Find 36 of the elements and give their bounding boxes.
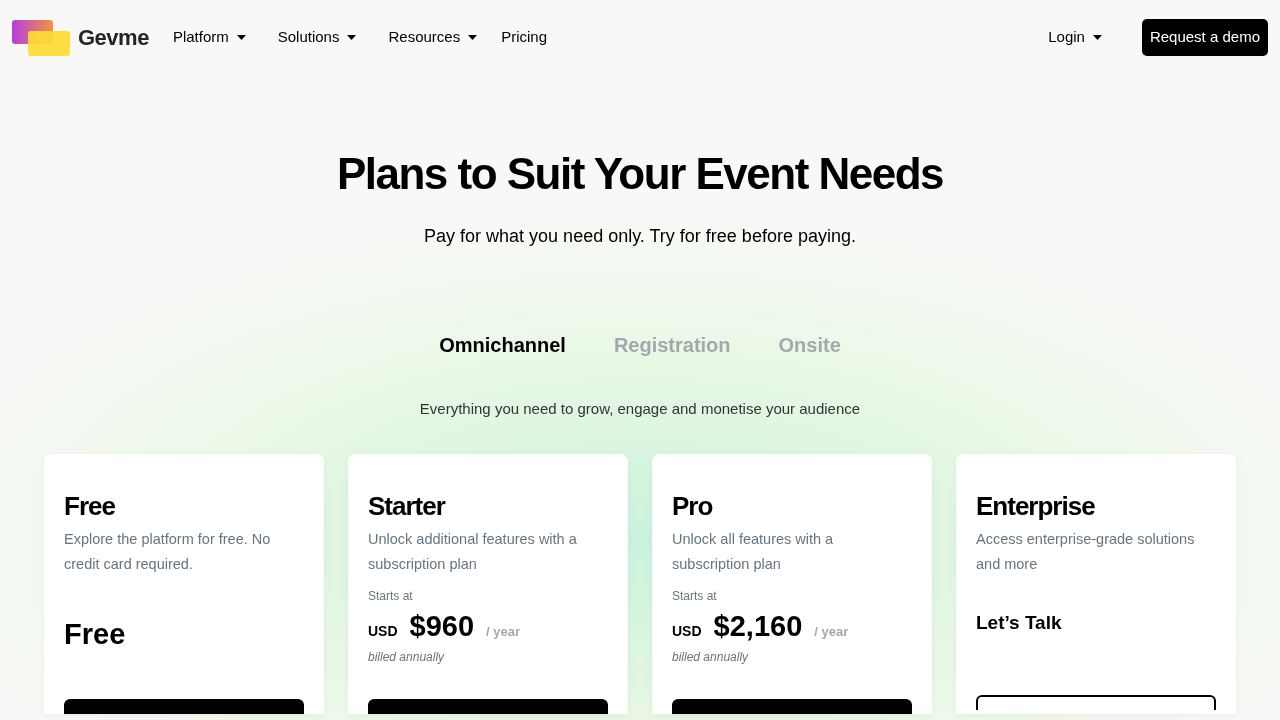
plan-name: Enterprise — [976, 492, 1096, 521]
plan-name: Pro — [672, 492, 714, 521]
plan-price: Free — [64, 616, 127, 652]
plan-price: $960 — [409, 608, 475, 644]
currency-label: USD — [368, 621, 398, 641]
starts-at-label: Starts at — [368, 587, 414, 605]
plan-name: Starter — [368, 492, 447, 521]
nav-menu-item[interactable]: Pricing — [501, 26, 548, 49]
nav-menu-item[interactable]: Resources — [388, 26, 478, 49]
plan-tab[interactable]: Omnichannel — [439, 329, 566, 360]
plan-button[interactable] — [368, 698, 608, 714]
page-subtitle: Pay for what you need only. Try for free before paying. — [423, 224, 857, 248]
starts-at-label: Starts at — [672, 587, 718, 605]
login-menu[interactable]: Login — [1048, 26, 1118, 49]
plan-description: Unlock all features with a subscription plan — [672, 529, 835, 574]
request-demo-button[interactable]: Request a demo — [1141, 19, 1268, 56]
page-heading: Plans to Suit Your Event Needs — [335, 148, 945, 200]
plan-button[interactable] — [672, 698, 912, 714]
billing-note: billed annually — [672, 649, 750, 667]
logo-icon[interactable] — [12, 19, 70, 56]
plan-price: $2,160 — [713, 608, 803, 644]
plan-price: Let’s Talk — [976, 610, 1063, 635]
plan-description: Unlock additional features with a subscription plan — [368, 529, 578, 574]
plan-button[interactable] — [976, 694, 1216, 710]
billing-note: billed annually — [368, 649, 446, 667]
billing-period: / year — [814, 622, 849, 641]
billing-period: / year — [486, 622, 521, 641]
nav-menu-item[interactable]: Platform — [172, 26, 246, 49]
plan-description: Explore the platform for free. No credit card required. — [64, 529, 272, 574]
plan-button[interactable] — [64, 698, 304, 714]
brand-name[interactable]: Gevme — [78, 21, 149, 54]
tab-description: Everything you need to grow, engage and monetise your audience — [418, 398, 862, 419]
plan-description: Access enterprise-grade solutions and more — [976, 529, 1196, 574]
nav-menu-item[interactable]: Solutions — [277, 26, 357, 49]
plan-name: Free — [64, 492, 116, 521]
currency-label: USD — [672, 621, 702, 641]
